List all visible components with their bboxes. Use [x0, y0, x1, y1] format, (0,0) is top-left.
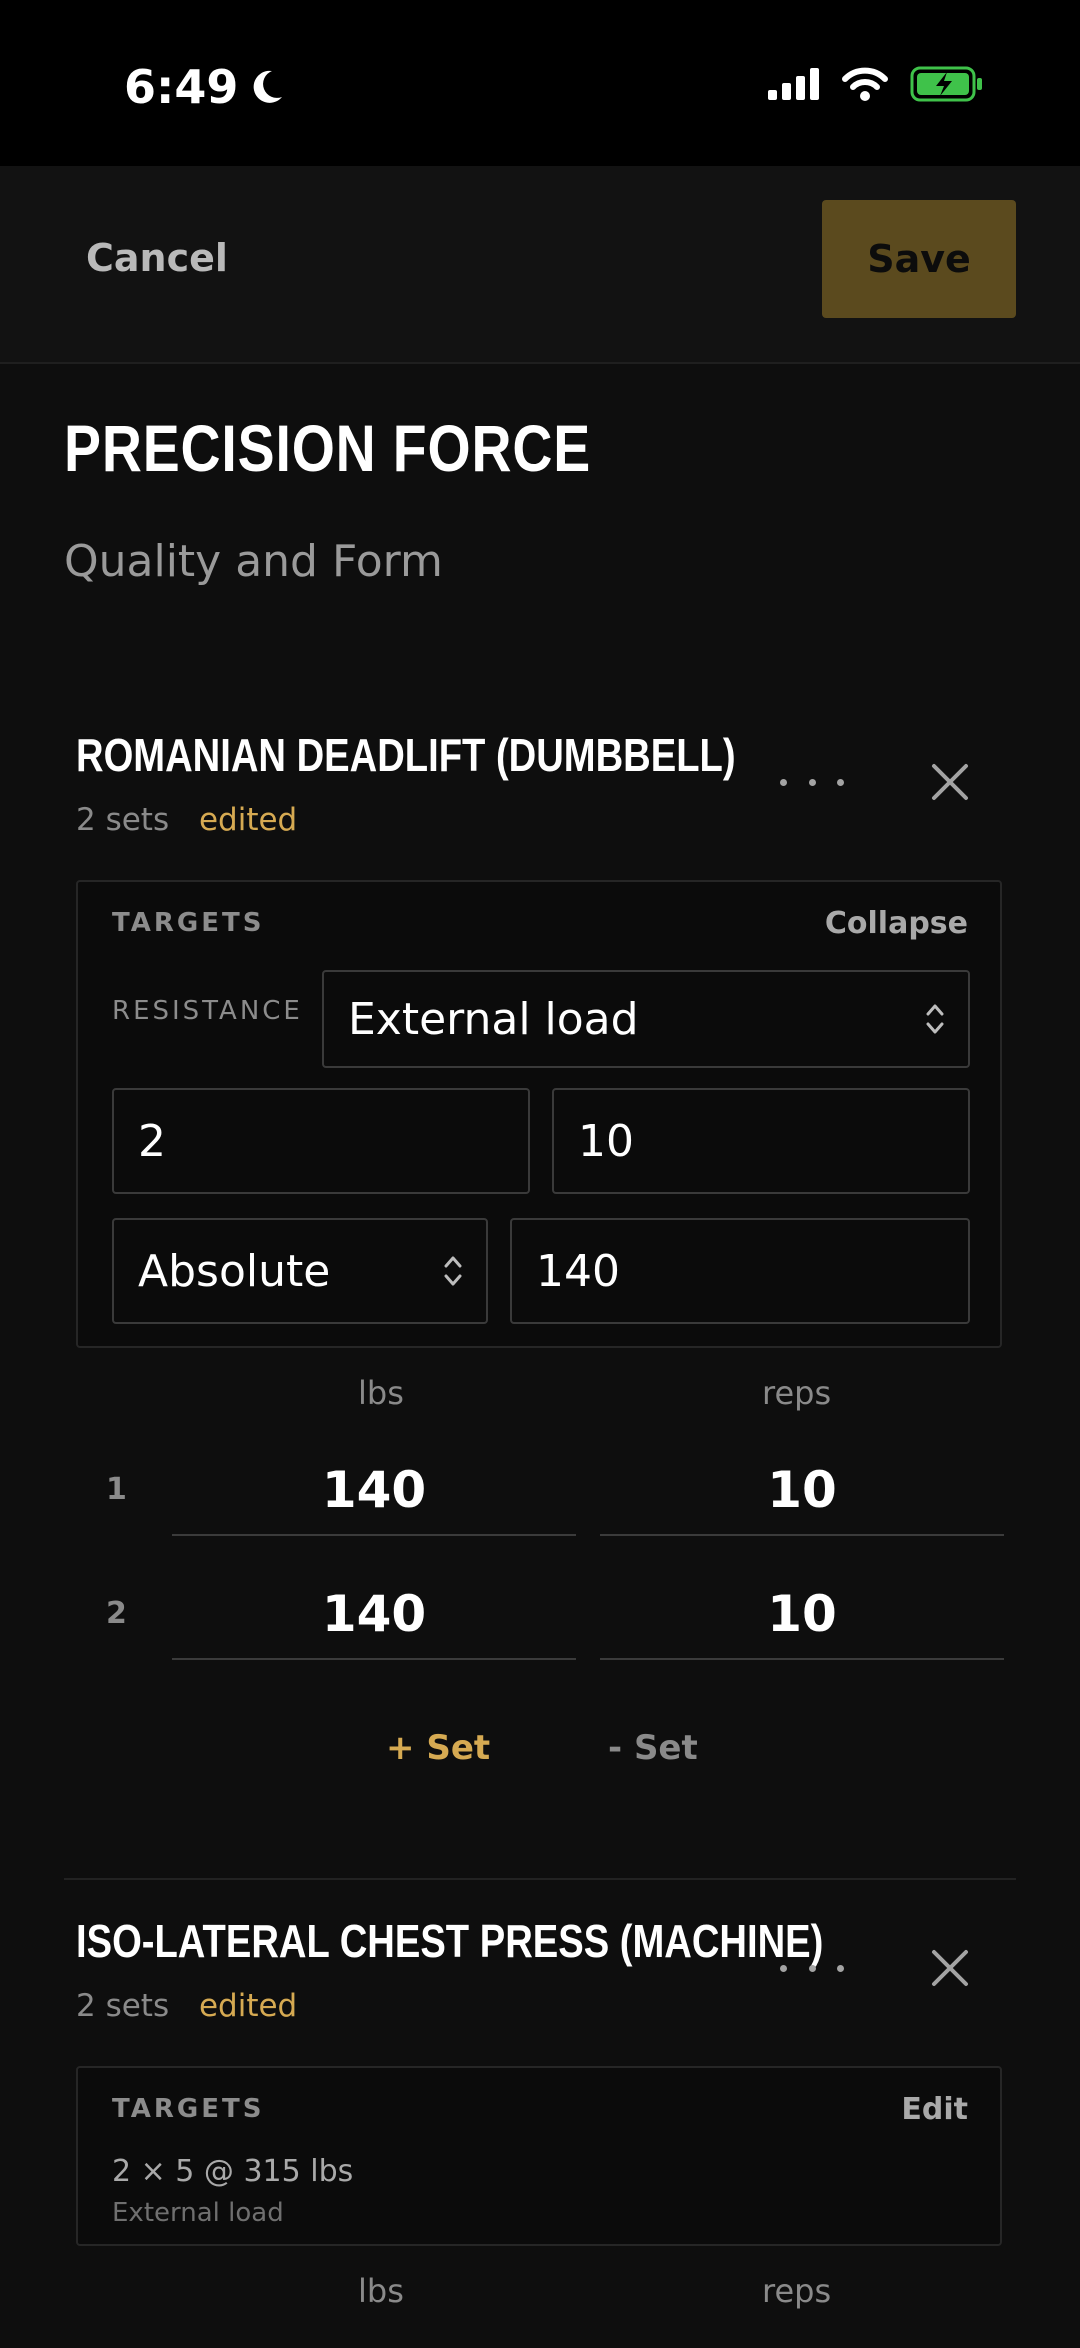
targets-panel: TARGETS Edit 2 × 5 @ 315 lbs External lo… [76, 2066, 1002, 2246]
target-reps-value: 10 [578, 1115, 634, 1167]
sets-count: 2 sets [76, 1988, 170, 2024]
edited-badge: edited [198, 1988, 298, 2024]
exercise-name[interactable]: ISO-LATERAL CHEST PRESS (MACHINE) [76, 1914, 823, 1968]
reps-column-header: reps [762, 2272, 832, 2310]
exercise-meta: 2 sets edited [76, 802, 297, 838]
resistance-value: External load [348, 993, 639, 1045]
status-bar: 6:49 [0, 0, 1080, 166]
close-icon[interactable] [928, 760, 972, 804]
workout-title[interactable]: PRECISION FORCE [64, 410, 591, 486]
targets-panel: TARGETS Collapse RESISTANCE External loa… [76, 880, 1002, 1348]
add-set-button[interactable]: + Set [386, 1728, 490, 1768]
battery-charging-icon [910, 66, 982, 102]
target-sets-input[interactable]: 2 [112, 1088, 530, 1194]
more-options-icon[interactable] [780, 762, 844, 802]
edit-targets-button[interactable]: Edit [901, 2092, 968, 2127]
exercise-meta: 2 sets edited [76, 1988, 297, 2024]
targets-label: TARGETS [112, 2094, 265, 2124]
remove-set-button[interactable]: - Set [608, 1728, 698, 1768]
cancel-button[interactable]: Cancel [86, 236, 228, 280]
sets-count: 2 sets [76, 802, 170, 838]
cellular-signal-icon [768, 68, 819, 100]
set-number: 2 [106, 1596, 127, 1631]
more-options-icon[interactable] [780, 1948, 844, 1988]
set-reps-input[interactable]: 10 [600, 1570, 1004, 1660]
exercise-divider [64, 1878, 1016, 1880]
targets-resistance: External load [112, 2198, 284, 2228]
load-mode-select[interactable]: Absolute [112, 1218, 488, 1324]
editor-header: Cancel Save [0, 166, 1080, 364]
select-chevrons-icon [926, 1004, 944, 1034]
targets-summary: 2 × 5 @ 315 lbs [112, 2154, 354, 2189]
weight-column-header: lbs [358, 2272, 404, 2310]
reps-column-header: reps [762, 1374, 832, 1412]
edited-badge: edited [198, 802, 298, 838]
wifi-icon [842, 67, 888, 101]
resistance-select[interactable]: External load [322, 970, 970, 1068]
targets-label: TARGETS [112, 908, 265, 938]
target-load-value: 140 [536, 1245, 620, 1297]
moon-icon [254, 70, 283, 103]
target-load-input[interactable]: 140 [510, 1218, 970, 1324]
target-sets-value: 2 [138, 1115, 166, 1167]
resistance-label: RESISTANCE [112, 996, 303, 1026]
collapse-button[interactable]: Collapse [825, 906, 968, 941]
close-icon[interactable] [928, 1946, 972, 1990]
save-button[interactable]: Save [822, 200, 1016, 318]
set-weight-input[interactable]: 140 [172, 1446, 576, 1536]
target-reps-input[interactable]: 10 [552, 1088, 970, 1194]
set-number: 1 [106, 1472, 127, 1507]
workout-subtitle[interactable]: Quality and Form [64, 536, 443, 587]
exercise-name[interactable]: ROMANIAN DEADLIFT (DUMBBELL) [76, 728, 736, 782]
set-weight-input[interactable]: 140 [172, 1570, 576, 1660]
status-time: 6:49 [124, 60, 286, 114]
set-reps-input[interactable]: 10 [600, 1446, 1004, 1536]
load-mode-value: Absolute [138, 1245, 331, 1297]
system-icons [768, 66, 984, 102]
clock-text: 6:49 [124, 60, 239, 114]
select-chevrons-icon [444, 1256, 462, 1286]
weight-column-header: lbs [358, 1374, 404, 1412]
